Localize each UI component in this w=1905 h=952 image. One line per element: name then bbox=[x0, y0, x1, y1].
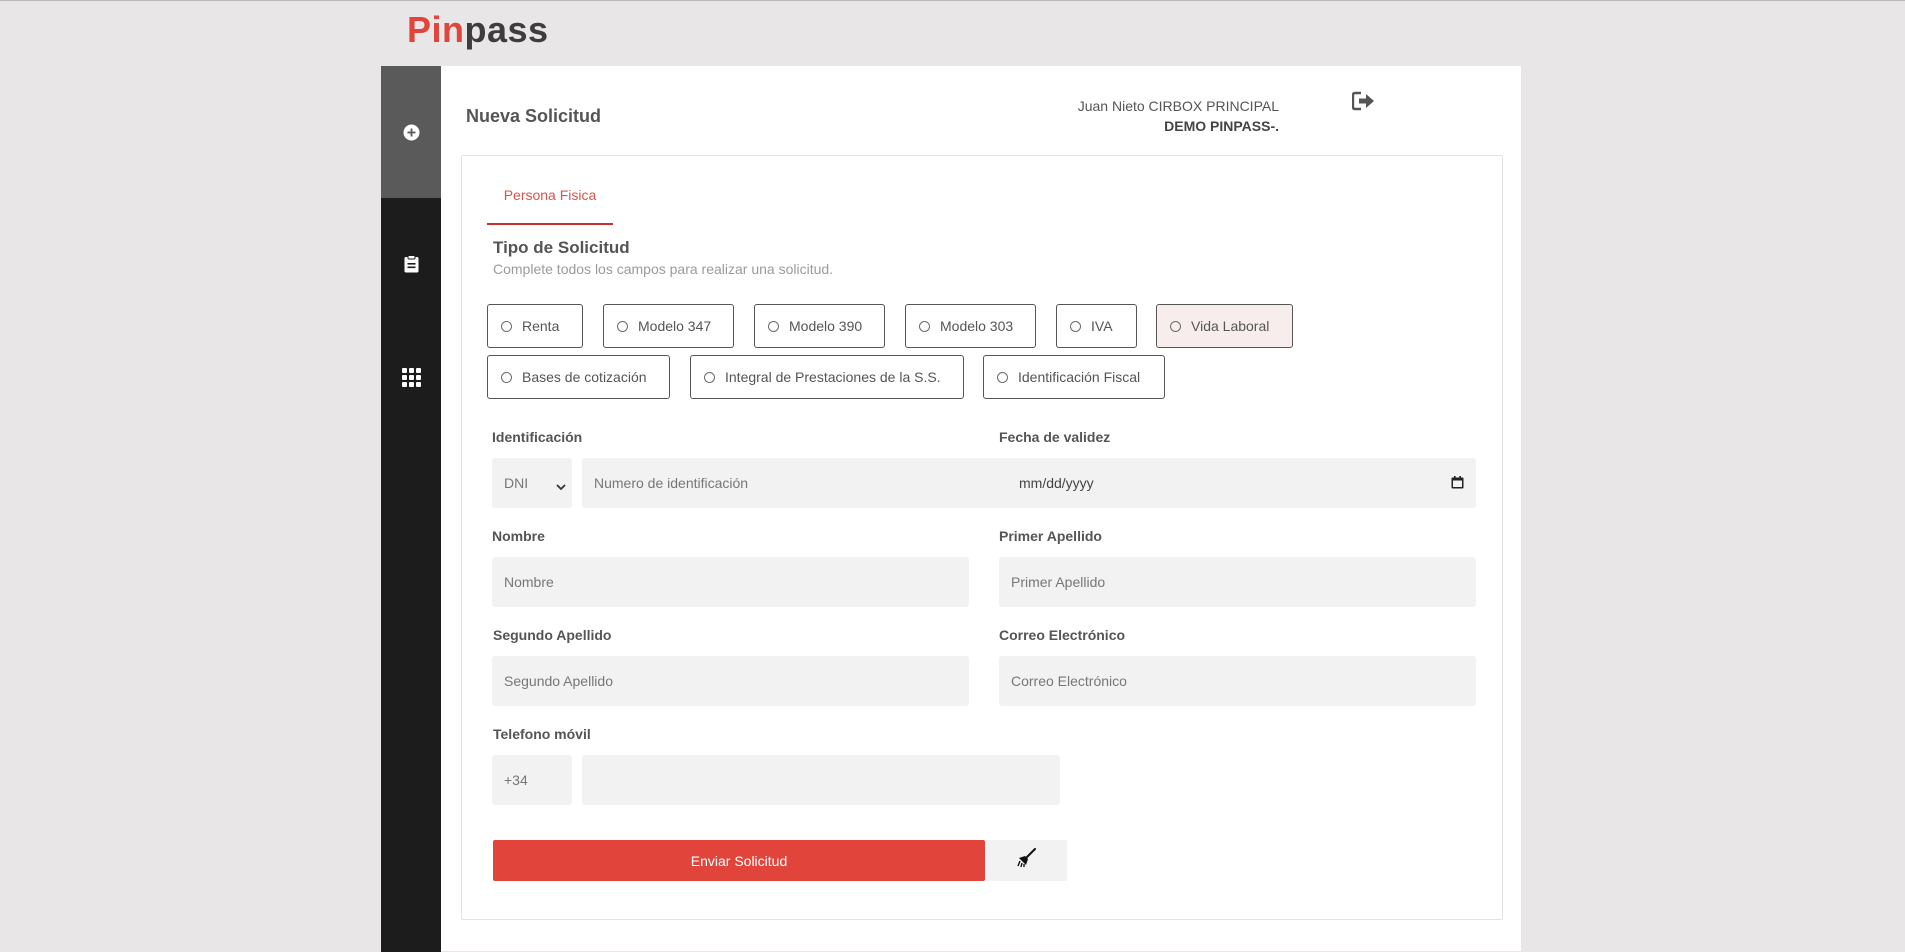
option-label: Identificación Fiscal bbox=[1018, 369, 1141, 385]
correo-input[interactable]: Correo Electrónico bbox=[999, 656, 1476, 706]
radio-circle-icon bbox=[617, 320, 628, 332]
option-modelo-303[interactable]: Modelo 303 bbox=[905, 304, 1036, 348]
page-title: Nueva Solicitud bbox=[466, 106, 602, 126]
submit-request-button[interactable]: Enviar Solicitud bbox=[493, 840, 985, 881]
primer-apellido-input[interactable]: Primer Apellido bbox=[999, 557, 1476, 607]
doc-type-select[interactable]: DNI bbox=[492, 458, 572, 508]
telefono-label: Telefono móvil bbox=[493, 726, 591, 742]
option-modelo-390[interactable]: Modelo 390 bbox=[754, 304, 885, 348]
radio-circle-icon bbox=[1170, 320, 1181, 332]
radio-circle-icon bbox=[501, 320, 512, 332]
tab-persona-fisica[interactable]: Persona Fisica bbox=[487, 181, 613, 225]
radio-circle-icon bbox=[919, 320, 930, 332]
fecha-validez-label: Fecha de validez bbox=[999, 429, 1111, 445]
segundo-apellido-label: Segundo Apellido bbox=[493, 627, 612, 643]
nombre-label: Nombre bbox=[492, 528, 545, 544]
radio-circle-icon bbox=[768, 320, 779, 332]
plus-circle-icon bbox=[403, 124, 420, 141]
user-name: Juan Nieto CIRBOX PRINCIPAL bbox=[1077, 98, 1279, 114]
broom-icon bbox=[1016, 848, 1036, 873]
segundo-apellido-input[interactable]: Segundo Apellido bbox=[492, 656, 969, 706]
option-iva[interactable]: IVA bbox=[1056, 304, 1137, 348]
option-label: Modelo 303 bbox=[940, 318, 1014, 334]
option-label: Modelo 347 bbox=[638, 318, 712, 334]
doc-type-value: DNI bbox=[504, 475, 529, 491]
id-number-input[interactable]: Numero de identificación bbox=[582, 458, 1060, 508]
phone-prefix[interactable]: +34 bbox=[492, 755, 572, 805]
logo-part-pass: pass bbox=[464, 9, 549, 50]
radio-circle-icon bbox=[704, 371, 715, 383]
identificacion-label: Identificación bbox=[492, 429, 583, 445]
option-modelo-347[interactable]: Modelo 347 bbox=[603, 304, 734, 348]
request-form-card: Persona Fisica Tipo de Solicitud Complet… bbox=[461, 155, 1503, 920]
clear-form-button[interactable] bbox=[985, 840, 1067, 881]
option-label: Modelo 390 bbox=[789, 318, 863, 334]
sidebar-item-new-request[interactable] bbox=[381, 66, 441, 198]
company-name: DEMO PINPASS-. bbox=[1164, 118, 1279, 134]
nombre-input[interactable]: Nombre bbox=[492, 557, 969, 607]
user-info: Juan Nieto CIRBOX PRINCIPAL DEMO PINPASS… bbox=[1078, 96, 1279, 136]
calendar-icon[interactable] bbox=[1451, 476, 1464, 492]
option-label: Bases de cotización bbox=[522, 369, 647, 385]
radio-circle-icon bbox=[997, 371, 1008, 383]
option-vida-laboral[interactable]: Vida Laboral bbox=[1156, 304, 1293, 348]
section-subtitle: Complete todos los campos para realizar … bbox=[493, 261, 834, 277]
section-title: Tipo de Solicitud bbox=[493, 238, 630, 257]
correo-label: Correo Electrónico bbox=[999, 627, 1126, 643]
chevron-down-icon bbox=[556, 478, 566, 494]
logo-part-pin: Pin bbox=[407, 9, 465, 50]
option-identificacion-fiscal[interactable]: Identificación Fiscal bbox=[983, 355, 1165, 399]
date-placeholder: mm/dd/yyyy bbox=[1019, 475, 1094, 491]
radio-circle-icon bbox=[501, 371, 512, 383]
option-label: Integral de Prestaciones de la S.S. bbox=[725, 369, 941, 385]
radio-circle-icon bbox=[1070, 320, 1081, 332]
primer-apellido-label: Primer Apellido bbox=[999, 528, 1102, 544]
sidebar bbox=[381, 66, 441, 952]
option-label: Renta bbox=[522, 318, 560, 334]
option-label: IVA bbox=[1091, 318, 1113, 334]
sign-out-icon[interactable] bbox=[1351, 91, 1376, 116]
telefono-input[interactable] bbox=[582, 755, 1060, 805]
main-panel: Nueva Solicitud Juan Nieto CIRBOX PRINCI… bbox=[441, 66, 1521, 951]
option-renta[interactable]: Renta bbox=[487, 304, 583, 348]
option-label: Vida Laboral bbox=[1191, 318, 1270, 334]
option-integral-prestaciones[interactable]: Integral de Prestaciones de la S.S. bbox=[690, 355, 964, 399]
option-bases-cotizacion[interactable]: Bases de cotización bbox=[487, 355, 670, 399]
apps-grid-icon bbox=[401, 367, 421, 387]
clipboard-icon bbox=[404, 255, 419, 273]
pinpass-logo: Pinpass bbox=[407, 9, 549, 51]
fecha-validez-input[interactable]: mm/dd/yyyy bbox=[999, 458, 1476, 508]
sidebar-item-apps[interactable] bbox=[381, 311, 441, 443]
